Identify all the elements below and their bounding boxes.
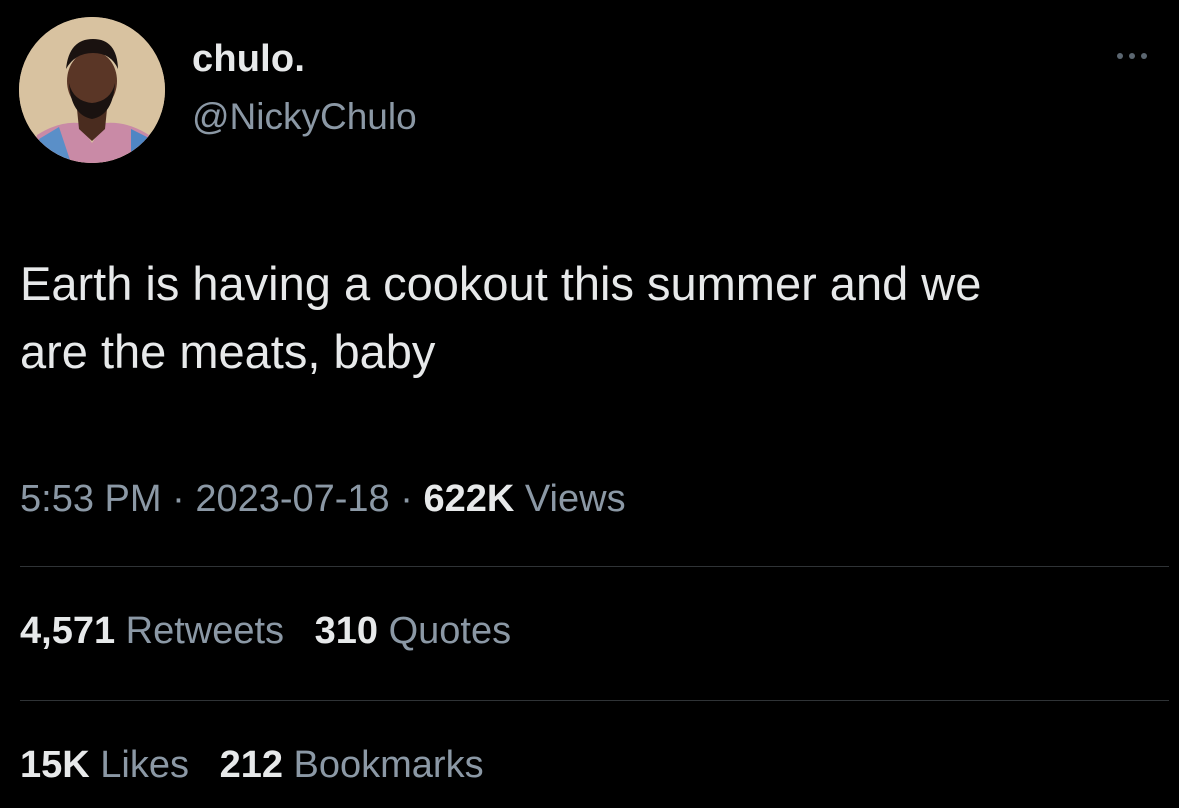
dot bbox=[1141, 53, 1147, 59]
likes-stat[interactable]: 15K Likes bbox=[20, 744, 189, 787]
separator: · bbox=[389, 478, 424, 520]
likes-label: Likes bbox=[89, 744, 189, 786]
separator: · bbox=[161, 478, 196, 520]
quotes-count: 310 bbox=[314, 610, 379, 652]
avatar[interactable] bbox=[19, 17, 165, 163]
divider bbox=[20, 566, 1169, 567]
tweet-text-line: Earth is having a cookout this summer an… bbox=[20, 257, 982, 310]
bookmarks-stat[interactable]: 212 Bookmarks bbox=[220, 744, 484, 787]
engagement-row-1: 4,571 Retweets 310 Quotes bbox=[20, 610, 531, 653]
tweet-date[interactable]: 2023-07-18 bbox=[195, 478, 389, 520]
retweets-count: 4,571 bbox=[20, 610, 116, 652]
display-name[interactable]: chulo. bbox=[192, 38, 305, 81]
dot bbox=[1129, 53, 1135, 59]
quotes-label: Quotes bbox=[378, 610, 512, 652]
bookmarks-label: Bookmarks bbox=[282, 744, 484, 786]
tweet-card: chulo. @NickyChulo Earth is having a coo… bbox=[0, 0, 1179, 808]
divider bbox=[20, 700, 1169, 701]
engagement-row-2: 15K Likes 212 Bookmarks bbox=[20, 744, 504, 787]
likes-count: 15K bbox=[20, 744, 90, 786]
retweets-label: Retweets bbox=[115, 610, 285, 652]
dot bbox=[1117, 53, 1123, 59]
quotes-stat[interactable]: 310 Quotes bbox=[315, 610, 511, 653]
profile-photo-icon bbox=[19, 17, 165, 163]
tweet-text-line: are the meats, baby bbox=[20, 325, 436, 378]
tweet-meta: 5:53 PM · 2023-07-18 · 622K Views bbox=[20, 478, 626, 521]
bookmarks-count: 212 bbox=[219, 744, 283, 786]
tweet-time[interactable]: 5:53 PM bbox=[20, 478, 162, 520]
views-count: 622K bbox=[423, 478, 515, 520]
user-handle[interactable]: @NickyChulo bbox=[192, 96, 417, 138]
retweets-stat[interactable]: 4,571 Retweets bbox=[20, 610, 284, 653]
views-label: Views bbox=[514, 478, 626, 520]
more-horizontal-icon[interactable] bbox=[1117, 46, 1157, 66]
tweet-text: Earth is having a cookout this summer an… bbox=[20, 250, 1160, 386]
